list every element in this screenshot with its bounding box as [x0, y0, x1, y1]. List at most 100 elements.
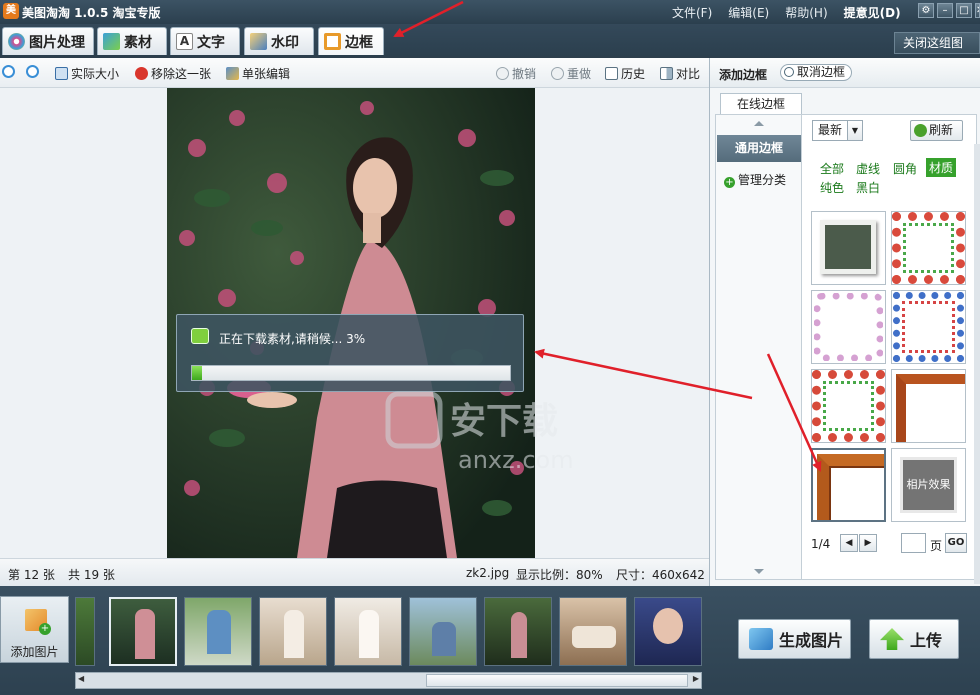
category-general[interactable]: 通用边框	[717, 135, 801, 162]
photo-canvas: 正在下载素材,请稍候... 3% 安下载 anxz.com	[0, 88, 709, 558]
material-icon	[103, 33, 120, 50]
maximize-button[interactable]: □	[956, 3, 972, 18]
redo-button[interactable]: 重做	[551, 65, 591, 82]
panel-scrollbar[interactable]	[974, 144, 980, 584]
upload-label: 上传	[910, 631, 943, 650]
tab-label: 边框	[345, 34, 373, 51]
menu-edit[interactable]: 编辑(E)	[728, 4, 769, 21]
download-progress-dialog: 正在下载素材,请稍候... 3%	[176, 314, 524, 392]
tab-watermark[interactable]: 水印	[244, 27, 314, 55]
scroll-up-icon[interactable]	[754, 121, 764, 126]
download-icon	[191, 328, 209, 344]
border-thumb-4[interactable]	[891, 290, 966, 364]
cancel-border-button[interactable]: 取消边框	[780, 64, 853, 81]
tab-material[interactable]: 素材	[97, 27, 167, 55]
scroll-down-icon[interactable]	[754, 569, 764, 574]
remove-one-button[interactable]: 移除这一张	[135, 65, 211, 82]
film-thumb[interactable]	[484, 597, 552, 666]
film-thumb[interactable]	[559, 597, 627, 666]
film-thumb[interactable]	[184, 597, 252, 666]
current-index: 第 12 张	[8, 568, 55, 582]
film-thumb[interactable]	[634, 597, 702, 666]
cancel-border-label: 取消边框	[797, 65, 846, 79]
generate-icon	[749, 628, 773, 650]
filter-solid[interactable]: 纯色	[820, 179, 844, 196]
generate-label: 生成图片	[779, 631, 844, 650]
history-label: 历史	[621, 67, 646, 81]
filter-bw[interactable]: 黑白	[856, 179, 880, 196]
actual-size-icon	[55, 67, 68, 80]
zoom-out-button[interactable]	[26, 65, 42, 78]
tab-image-processing[interactable]: 图片处理	[2, 27, 94, 55]
history-button[interactable]: 历史	[605, 65, 645, 82]
filmstrip-area: + 添加图片 ◀ ▶ 生成图片 上传	[0, 586, 980, 695]
go-button[interactable]: GO	[945, 533, 967, 553]
scroll-left-icon[interactable]: ◀	[78, 674, 84, 683]
compare-button[interactable]: 对比	[660, 65, 700, 82]
status-bar: 第 12 张 共 19 张 zk2.jpg 显示比例：80% 尺寸：460x64…	[0, 558, 709, 586]
settings-button[interactable]: ⚙	[918, 3, 934, 18]
film-thumb[interactable]	[259, 597, 327, 666]
border-thumb-1[interactable]	[811, 211, 886, 285]
filter-dashed[interactable]: 虚线	[856, 160, 880, 177]
border-thumb-3[interactable]	[811, 290, 886, 364]
border-thumb-6[interactable]	[891, 369, 966, 443]
prev-page-button[interactable]: ◀	[840, 534, 858, 552]
generate-image-button[interactable]: 生成图片	[738, 619, 851, 659]
single-edit-button[interactable]: 单张编辑	[226, 65, 290, 82]
sort-select[interactable]: 最新 ▼	[812, 120, 863, 141]
next-page-button[interactable]: ▶	[859, 534, 877, 552]
refresh-label: 刷新	[929, 123, 954, 137]
menu-help[interactable]: 帮助(H)	[785, 4, 827, 21]
scrollbar-thumb[interactable]	[426, 674, 688, 687]
add-image-button[interactable]: + 添加图片	[0, 596, 69, 663]
refresh-icon	[914, 124, 927, 137]
menu-file[interactable]: 文件(F)	[672, 4, 712, 21]
menu-feedback[interactable]: 提意见(D)	[844, 4, 901, 21]
page-input[interactable]	[901, 533, 926, 553]
border-icon	[324, 33, 341, 50]
film-thumb[interactable]	[75, 597, 95, 666]
page-indicator: 1/4	[811, 537, 831, 551]
chevron-down-icon: ▼	[847, 121, 862, 140]
tab-border[interactable]: 边框	[318, 27, 384, 55]
border-thumb-5[interactable]	[811, 369, 886, 443]
app-window: { "window": { "title": "美图淘淘 1.0.5 淘宝专版"…	[0, 0, 980, 695]
upload-button[interactable]: 上传	[869, 619, 959, 659]
border-thumb-2[interactable]	[891, 211, 966, 285]
minimize-button[interactable]: –	[937, 3, 953, 18]
close-group-button[interactable]: 关闭这组图	[894, 32, 980, 54]
redo-label: 重做	[567, 67, 592, 81]
close-button[interactable]: ✕	[975, 3, 980, 18]
border-thumb-photo-effect[interactable]: 相片效果	[891, 448, 966, 522]
single-edit-label: 单张编辑	[242, 67, 291, 81]
watermark-main: 安下载	[450, 401, 558, 442]
remove-icon	[135, 67, 148, 80]
editor-toolbar: 实际大小 移除这一张 单张编辑 撤销 重做 历史 对比	[0, 58, 709, 88]
undo-button[interactable]: 撤销	[496, 65, 536, 82]
redo-icon	[551, 67, 564, 80]
tab-label: 文字	[197, 34, 225, 51]
filter-texture[interactable]: 材质	[926, 158, 957, 177]
download-progress-bar	[191, 365, 511, 381]
tab-label: 素材	[124, 34, 152, 51]
filmstrip-scrollbar[interactable]: ◀ ▶	[75, 672, 702, 689]
manage-category-link[interactable]: + 管理分类	[724, 171, 786, 188]
history-icon	[605, 67, 618, 80]
tab-text[interactable]: A 文字	[170, 27, 240, 55]
actual-size-button[interactable]: 实际大小	[55, 65, 119, 82]
tab-online-border[interactable]: 在线边框	[720, 93, 802, 115]
film-thumb[interactable]	[409, 597, 477, 666]
category-list: 通用边框 + 管理分类	[716, 115, 802, 579]
upload-icon	[880, 628, 904, 650]
film-thumb-selected[interactable]	[109, 597, 177, 666]
border-thumb-7[interactable]	[811, 448, 886, 522]
plus-icon: +	[724, 177, 735, 188]
zoom-in-button[interactable]	[2, 65, 18, 78]
refresh-button[interactable]: 刷新	[910, 120, 963, 141]
scroll-right-icon[interactable]: ▶	[693, 674, 699, 683]
filter-all[interactable]: 全部	[820, 160, 844, 177]
film-thumb[interactable]	[334, 597, 402, 666]
filter-rounded[interactable]: 圆角	[893, 160, 917, 177]
zoom-out-icon	[26, 65, 39, 78]
